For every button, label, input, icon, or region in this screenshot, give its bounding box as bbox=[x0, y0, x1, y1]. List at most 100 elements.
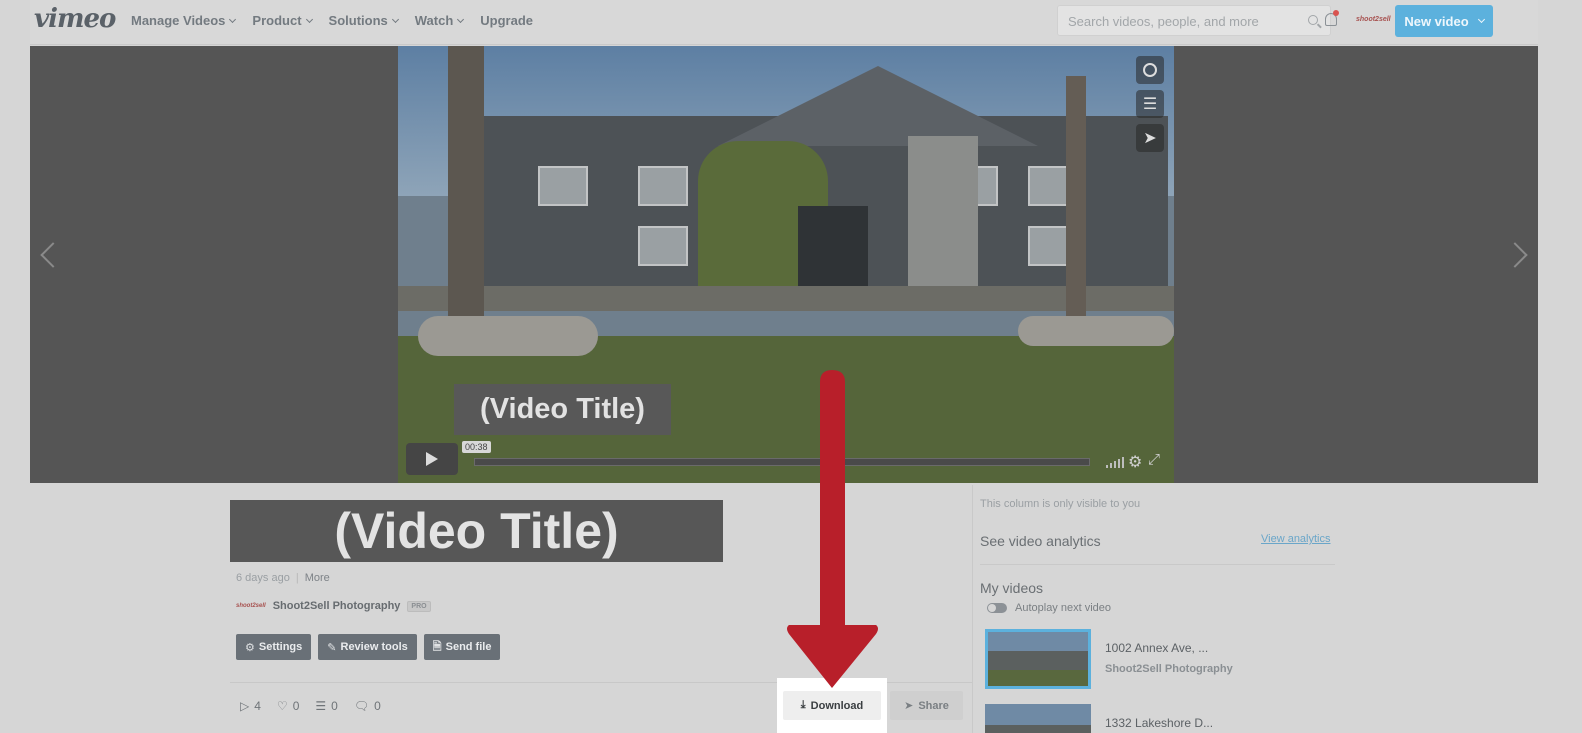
pro-badge: PRO bbox=[407, 600, 431, 612]
play-button[interactable] bbox=[406, 443, 458, 475]
search-icon[interactable] bbox=[1308, 15, 1318, 25]
video-stats: ▷ 4 ♡ 0 ☰ 0 🗨 0 bbox=[240, 699, 381, 713]
video-frame-window bbox=[538, 166, 588, 206]
settings-label: Settings bbox=[258, 641, 303, 653]
video-item-info: 1002 Annex Ave, ... Shoot2Sell Photograp… bbox=[1105, 629, 1233, 689]
collections-stat[interactable]: ☰ 0 bbox=[315, 699, 337, 713]
search-input[interactable]: Search videos, people, and more bbox=[1057, 5, 1331, 36]
video-item-info: 1332 Lakeshore D... bbox=[1105, 704, 1213, 733]
video-frame-window bbox=[638, 226, 688, 266]
more-link[interactable]: More bbox=[305, 572, 330, 584]
meta-separator: | bbox=[295, 572, 299, 584]
send-file-button[interactable]: 🗎 Send file bbox=[423, 634, 501, 660]
nav-solutions[interactable]: Solutions bbox=[328, 13, 399, 28]
heart-icon: ♡ bbox=[276, 699, 288, 713]
video-meta: 6 days ago | More bbox=[236, 572, 330, 584]
nav-item-label: Solutions bbox=[328, 13, 388, 28]
nav-item-label: Product bbox=[252, 13, 302, 28]
gear-icon: ⚙ bbox=[245, 641, 255, 654]
video-frame-roof bbox=[718, 66, 1038, 146]
volume-bar bbox=[1106, 465, 1108, 468]
nav-watch[interactable]: Watch bbox=[414, 13, 465, 28]
video-actions: ⚙ Settings ✎ Review tools 🗎 Send file bbox=[236, 634, 501, 660]
sidebar-divider bbox=[980, 564, 1335, 565]
top-nav: vimeo Manage Videos Product Solutions Wa… bbox=[30, 0, 1538, 45]
share-button[interactable]: ➤ Share bbox=[890, 691, 963, 720]
send-icon[interactable]: ➤ bbox=[1136, 124, 1164, 152]
likes-stat[interactable]: ♡ 0 bbox=[277, 699, 299, 713]
new-video-button[interactable]: New video bbox=[1395, 5, 1493, 37]
video-frame-stone-wall bbox=[908, 136, 978, 296]
notification-dot bbox=[1333, 10, 1339, 16]
comments-stat[interactable]: 🗨 0 bbox=[354, 699, 381, 713]
my-video-item[interactable]: 1002 Annex Ave, ... Shoot2Sell Photograp… bbox=[985, 629, 1233, 689]
video-title-overlay: (Video Title) bbox=[454, 384, 671, 435]
review-tools-label: Review tools bbox=[340, 641, 408, 653]
video-item-title[interactable]: 1002 Annex Ave, ... bbox=[1105, 641, 1233, 655]
layers-icon[interactable]: ☰ bbox=[1136, 90, 1164, 118]
view-analytics-link[interactable]: View analytics bbox=[1261, 533, 1331, 545]
autoplay-label: Autoplay next video bbox=[1015, 602, 1112, 614]
gear-icon[interactable]: ⚙ bbox=[1128, 452, 1142, 472]
chevron-down-icon bbox=[457, 15, 465, 23]
video-item-owner[interactable]: Shoot2Sell Photography bbox=[1105, 663, 1233, 675]
analytics-heading: See video analytics bbox=[980, 533, 1101, 549]
chevron-down-icon bbox=[229, 15, 237, 23]
chevron-down-icon bbox=[1477, 15, 1485, 24]
plays-count: 4 bbox=[254, 699, 261, 713]
video-frame-rock-border bbox=[418, 316, 598, 356]
nav-item-label: Watch bbox=[414, 13, 454, 28]
review-tools-button[interactable]: ✎ Review tools bbox=[318, 634, 417, 660]
upload-date: 6 days ago bbox=[236, 572, 290, 584]
comment-icon: 🗨 bbox=[353, 699, 370, 713]
vimeo-logo[interactable]: vimeo bbox=[34, 4, 116, 34]
timestamp-badge: 00:38 bbox=[462, 441, 491, 453]
chevron-down-icon bbox=[391, 15, 399, 23]
fullscreen-icon[interactable]: ⤢ bbox=[1148, 451, 1160, 468]
volume-bar bbox=[1110, 463, 1112, 468]
previous-video-arrow-icon[interactable] bbox=[40, 242, 66, 268]
play-icon bbox=[426, 452, 438, 466]
video-frame-rock-border bbox=[1018, 316, 1174, 346]
volume-icon[interactable] bbox=[1106, 457, 1124, 468]
settings-button[interactable]: ⚙ Settings bbox=[236, 634, 312, 660]
download-icon: ⤓ bbox=[800, 699, 806, 711]
video-thumbnail[interactable] bbox=[985, 629, 1091, 689]
play-icon: ▷ bbox=[240, 699, 250, 713]
download-button[interactable]: ⤓ Download bbox=[783, 691, 881, 720]
volume-bar bbox=[1118, 459, 1120, 468]
annotation-arrow-icon bbox=[787, 370, 878, 688]
nav-upgrade[interactable]: Upgrade bbox=[480, 13, 533, 28]
nav-menu: Manage Videos Product Solutions Watch Up… bbox=[131, 13, 533, 28]
plays-stat[interactable]: ▷ 4 bbox=[240, 699, 261, 713]
next-video-arrow-icon[interactable] bbox=[1502, 242, 1528, 268]
nav-manage-videos[interactable]: Manage Videos bbox=[131, 13, 237, 28]
clock-glyph bbox=[1143, 63, 1157, 77]
autoplay-toggle-row[interactable]: Autoplay next video bbox=[987, 602, 1111, 614]
video-thumbnail[interactable] bbox=[985, 704, 1091, 733]
video-frame-door bbox=[798, 206, 868, 296]
user-avatar[interactable]: shoot2sell bbox=[1356, 16, 1391, 23]
video-frame-path bbox=[398, 286, 1174, 311]
owner-avatar[interactable]: shoot2sell bbox=[236, 603, 266, 609]
thumbnail-image bbox=[988, 632, 1088, 686]
send-file-label: Send file bbox=[445, 641, 492, 653]
comments-count: 0 bbox=[374, 699, 381, 713]
video-item-title[interactable]: 1332 Lakeshore D... bbox=[1105, 716, 1213, 730]
nav-item-label: Upgrade bbox=[480, 13, 534, 28]
layers-icon: ☰ bbox=[315, 699, 327, 713]
volume-bar bbox=[1114, 461, 1116, 468]
my-video-item[interactable]: 1332 Lakeshore D... bbox=[985, 704, 1213, 733]
autoplay-toggle[interactable] bbox=[987, 603, 1007, 613]
volume-bar bbox=[1122, 457, 1124, 468]
send-icon: ➤ bbox=[904, 700, 914, 712]
search-placeholder: Search videos, people, and more bbox=[1068, 14, 1259, 29]
page: vimeo Manage Videos Product Solutions Wa… bbox=[0, 0, 1582, 733]
new-video-label: New video bbox=[1404, 13, 1469, 29]
progress-bar[interactable] bbox=[474, 458, 1090, 466]
nav-product[interactable]: Product bbox=[252, 13, 313, 28]
clock-icon[interactable] bbox=[1136, 56, 1164, 84]
my-videos-heading: My videos bbox=[980, 580, 1044, 596]
owner-name-link[interactable]: Shoot2Sell Photography bbox=[273, 600, 401, 612]
share-label: Share bbox=[918, 699, 949, 712]
